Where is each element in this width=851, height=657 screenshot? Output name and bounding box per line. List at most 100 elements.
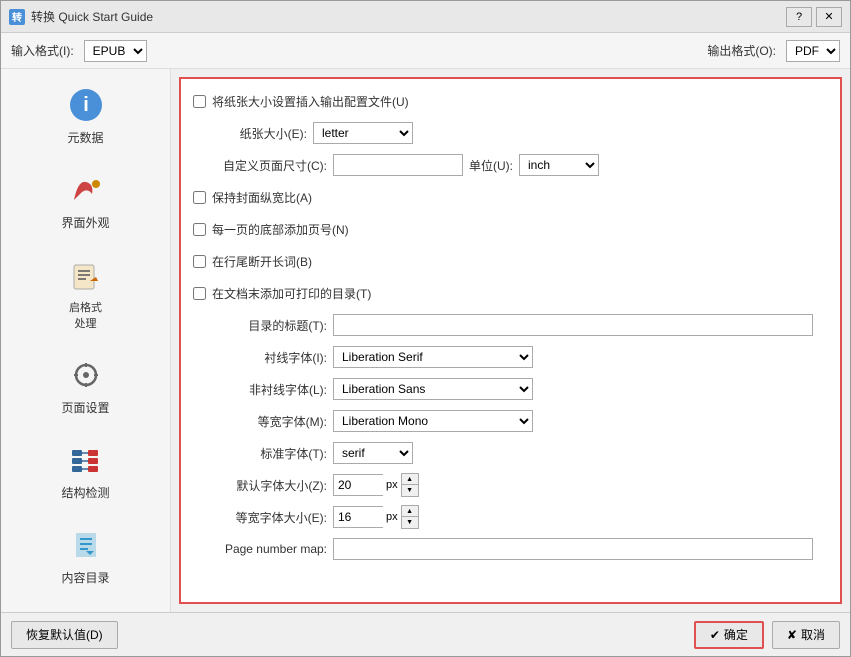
checkbox3-input[interactable] (193, 223, 206, 236)
mono-font-size-unit: px (386, 511, 398, 523)
svg-text:i: i (83, 94, 89, 116)
cancel-label: 取消 (801, 626, 825, 643)
toc-title-input[interactable] (333, 314, 813, 336)
custom-page-row: 自定义页面尺寸(C): 单位(U): inch cm mm (193, 153, 828, 177)
output-format-label: 输出格式(O): (707, 42, 776, 59)
default-font-size-down[interactable]: ▼ (402, 485, 418, 496)
main-window: 转 转换 Quick Start Guide ? ✕ 输入格式(I): EPUB… (0, 0, 851, 657)
std-font-label: 标准字体(T): (193, 445, 333, 462)
toc-label: 内容目录 (61, 569, 109, 586)
paper-size-label: 纸张大小(E): (193, 125, 313, 142)
default-font-size-up[interactable]: ▲ (402, 474, 418, 485)
std-font-select[interactable]: serif sans-serif monospace (333, 442, 413, 464)
default-font-size-label: 默认字体大小(Z): (193, 477, 333, 494)
paper-size-select[interactable]: letter A4 A5 (313, 122, 413, 144)
title-bar: 转 转换 Quick Start Guide ? ✕ (1, 1, 850, 33)
mono-font-size-down[interactable]: ▼ (402, 517, 418, 528)
mono-font-row: 等宽字体(M): Liberation Mono Courier New Con… (193, 409, 828, 433)
checkbox2-row: 保持封面纵宽比(A) (193, 185, 828, 209)
toolbar-right: 输出格式(O): PDF (707, 40, 840, 62)
sidebar-item-page-settings[interactable]: 页面设置 (5, 345, 166, 426)
default-font-size-unit: px (386, 479, 398, 491)
input-format-label: 输入格式(I): (11, 42, 74, 59)
checkbox1-input[interactable] (193, 95, 206, 108)
checkbox1-label: 将纸张大小设置插入输出配置文件(U) (212, 93, 409, 110)
window-controls: ? ✕ (786, 7, 842, 27)
serif-font-select[interactable]: Liberation Serif Times New Roman Georgia (333, 346, 533, 368)
appearance-label: 界面外观 (61, 214, 109, 231)
unit-select[interactable]: inch cm mm (519, 154, 599, 176)
std-font-row: 标准字体(T): serif sans-serif monospace (193, 441, 828, 465)
metadata-label: 元数据 (67, 129, 103, 146)
sans-font-select[interactable]: Liberation Sans Arial Helvetica (333, 378, 533, 400)
mono-font-size-spinner-btns: ▲ ▼ (401, 505, 419, 529)
mono-font-size-input[interactable] (333, 506, 383, 528)
checkbox5-row: 在文档末添加可打印的目录(T) (193, 281, 828, 305)
structure-icon (66, 440, 106, 480)
unit-label: 单位(U): (469, 157, 513, 174)
output-format-select[interactable]: PDF (786, 40, 840, 62)
close-button[interactable]: ✕ (816, 7, 842, 27)
mono-font-label: 等宽字体(M): (193, 413, 333, 430)
structure-label: 结构检测 (61, 484, 109, 501)
checkbox2-input[interactable] (193, 191, 206, 204)
ok-button[interactable]: ✔ 确定 (694, 621, 764, 649)
page-number-map-input[interactable] (333, 538, 813, 560)
checkbox3-label: 每一页的底部添加页号(N) (212, 221, 349, 238)
processing-label: 启格式 处理 (69, 299, 102, 331)
page-number-map-label: Page number map: (193, 542, 333, 556)
mono-font-size-label: 等宽字体大小(E): (193, 509, 333, 526)
default-font-size-row: 默认字体大小(Z): px ▲ ▼ (193, 473, 828, 497)
custom-page-input[interactable] (333, 154, 463, 176)
sidebar-item-processing[interactable]: 启格式 处理 (5, 245, 166, 341)
mono-font-size-row: 等宽字体大小(E): px ▲ ▼ (193, 505, 828, 529)
toc-title-label: 目录的标题(T): (193, 317, 333, 334)
input-format-select[interactable]: EPUB (84, 40, 147, 62)
sidebar-item-appearance[interactable]: 界面外观 (5, 160, 166, 241)
appearance-icon (66, 170, 106, 210)
serif-font-label: 衬线字体(I): (193, 349, 333, 366)
mono-font-size-spinner: px ▲ ▼ (333, 505, 419, 529)
main-content: i 元数据 界面外观 启格式 处理 页面设置 (1, 69, 850, 612)
default-font-size-spinner-btns: ▲ ▼ (401, 473, 419, 497)
toc-title-row: 目录的标题(T): (193, 313, 828, 337)
processing-icon (66, 255, 106, 295)
checkbox4-input[interactable] (193, 255, 206, 268)
checkbox1-row: 将纸张大小设置插入输出配置文件(U) (193, 89, 828, 113)
page-number-map-row: Page number map: (193, 537, 828, 561)
sans-font-label: 非衬线字体(L): (193, 381, 333, 398)
sans-font-row: 非衬线字体(L): Liberation Sans Arial Helvetic… (193, 377, 828, 401)
content-panel: 将纸张大小设置插入输出配置文件(U) 纸张大小(E): letter A4 A5… (179, 77, 842, 604)
mono-font-size-up[interactable]: ▲ (402, 506, 418, 517)
checkbox4-row: 在行尾断开长词(B) (193, 249, 828, 273)
window-title: 转换 Quick Start Guide (31, 8, 786, 25)
checkbox4-label: 在行尾断开长词(B) (212, 253, 312, 270)
sidebar: i 元数据 界面外观 启格式 处理 页面设置 (1, 69, 171, 612)
sidebar-item-toc[interactable]: 内容目录 (5, 515, 166, 596)
checkbox3-row: 每一页的底部添加页号(N) (193, 217, 828, 241)
checkbox2-label: 保持封面纵宽比(A) (212, 189, 312, 206)
content-area: 将纸张大小设置插入输出配置文件(U) 纸张大小(E): letter A4 A5… (171, 69, 850, 612)
restore-defaults-button[interactable]: 恢复默认值(D) (11, 621, 118, 649)
cancel-x-icon: ✘ (787, 628, 797, 642)
serif-font-row: 衬线字体(I): Liberation Serif Times New Roma… (193, 345, 828, 369)
help-button[interactable]: ? (786, 7, 812, 27)
default-font-size-spinner: px ▲ ▼ (333, 473, 419, 497)
ok-label: 确定 (724, 626, 748, 643)
page-settings-icon (66, 355, 106, 395)
default-font-size-input[interactable] (333, 474, 383, 496)
sidebar-item-metadata[interactable]: i 元数据 (5, 75, 166, 156)
ok-checkmark-icon: ✔ (710, 628, 720, 642)
metadata-icon: i (66, 85, 106, 125)
checkbox5-label: 在文档末添加可打印的目录(T) (212, 285, 371, 302)
bottom-bar: 恢复默认值(D) ✔ 确定 ✘ 取消 (1, 612, 850, 656)
mono-font-select[interactable]: Liberation Mono Courier New Consolas (333, 410, 533, 432)
page-settings-label: 页面设置 (61, 399, 109, 416)
sidebar-item-search[interactable]: 搜索 & 替换 (5, 600, 166, 612)
paper-size-row: 纸张大小(E): letter A4 A5 (193, 121, 828, 145)
sidebar-item-structure[interactable]: 结构检测 (5, 430, 166, 511)
cancel-button[interactable]: ✘ 取消 (772, 621, 840, 649)
toc-icon (66, 525, 106, 565)
checkbox5-input[interactable] (193, 287, 206, 300)
toolbar: 输入格式(I): EPUB 输出格式(O): PDF (1, 33, 850, 69)
